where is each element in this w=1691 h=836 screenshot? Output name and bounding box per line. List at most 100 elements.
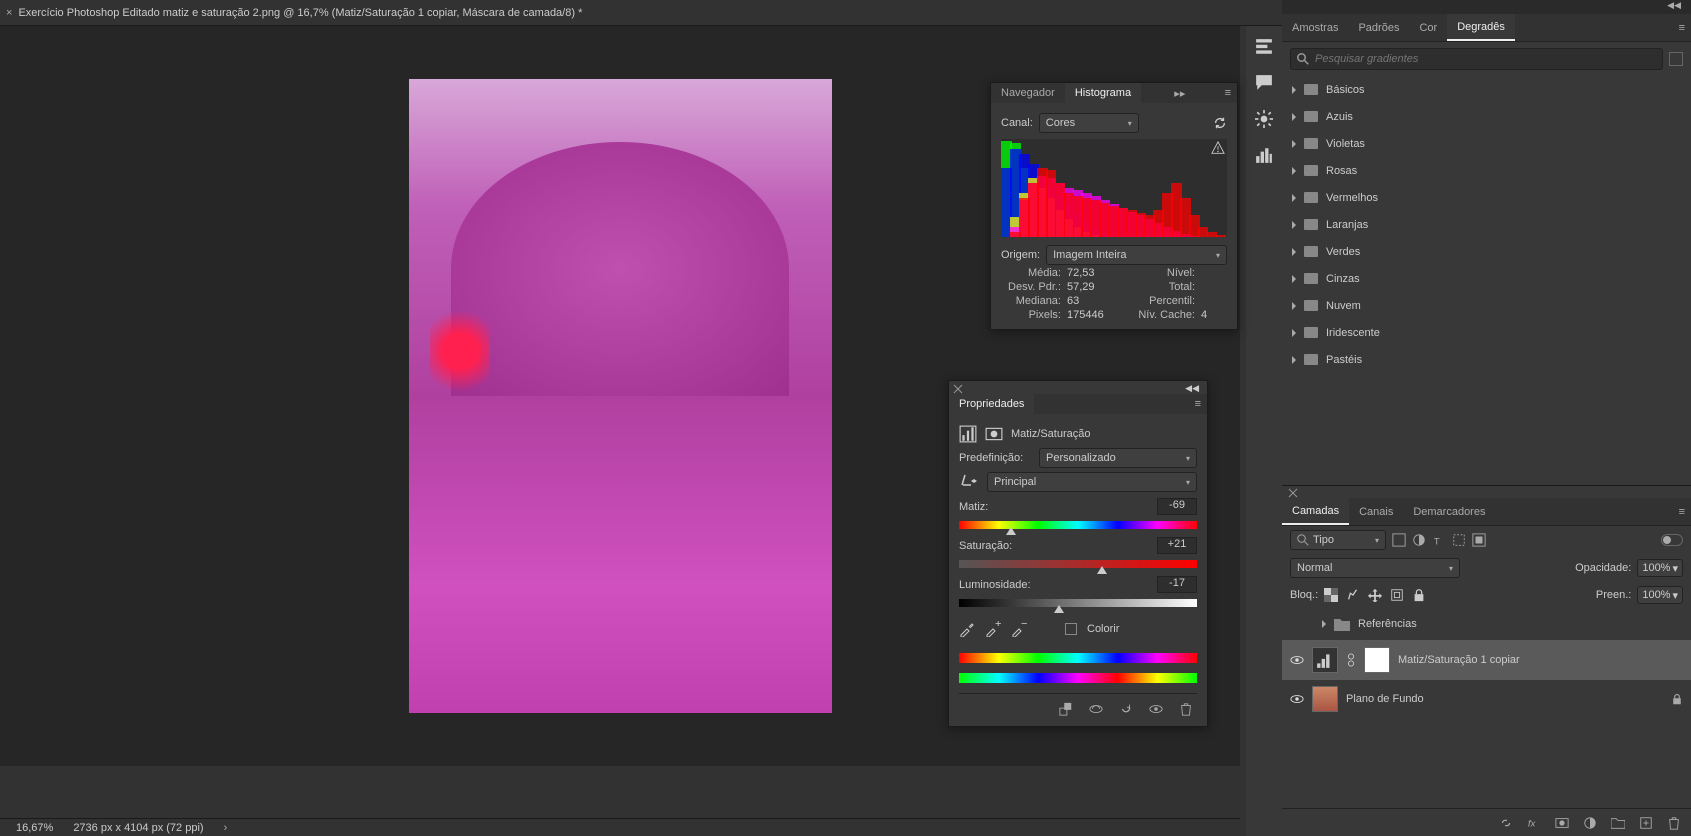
- gradient-folder-list[interactable]: BásicosAzuisVioletasRosasVermelhosLaranj…: [1282, 76, 1691, 485]
- tab-camadas[interactable]: Camadas: [1282, 498, 1349, 525]
- source-dropdown[interactable]: Imagem Inteira▾: [1046, 245, 1227, 265]
- chevron-right-icon[interactable]: ›: [224, 822, 228, 834]
- panel-menu-icon[interactable]: ≡: [1189, 398, 1207, 410]
- layer-group-referencias[interactable]: Referências: [1282, 608, 1691, 640]
- gradient-folder[interactable]: Laranjas: [1282, 211, 1691, 238]
- lock-artboard-icon[interactable]: [1390, 588, 1404, 602]
- fill-value[interactable]: 100%▾: [1637, 586, 1683, 604]
- layer-name[interactable]: Referências: [1358, 618, 1417, 630]
- close-icon[interactable]: ×: [6, 7, 12, 19]
- panel-menu-icon[interactable]: ≡: [1673, 22, 1691, 34]
- mask-mode-icon[interactable]: [985, 425, 1003, 443]
- gradient-folder[interactable]: Violetas: [1282, 130, 1691, 157]
- channel-dropdown[interactable]: Cores▾: [1039, 113, 1139, 133]
- colorize-checkbox[interactable]: [1065, 623, 1077, 635]
- hue-slider[interactable]: [959, 521, 1197, 529]
- new-group-icon[interactable]: [1611, 816, 1625, 830]
- new-layer-icon[interactable]: [1639, 816, 1653, 830]
- tab-histograma[interactable]: Histograma: [1065, 83, 1141, 103]
- brightness-icon[interactable]: [1255, 110, 1273, 128]
- panel-menu-icon[interactable]: ≡: [1219, 87, 1237, 99]
- tab-degrades[interactable]: Degradês: [1447, 14, 1515, 41]
- blend-mode-dropdown[interactable]: Normal▾: [1290, 558, 1460, 578]
- chevron-right-icon[interactable]: [1322, 620, 1326, 628]
- collapse-icon[interactable]: ▸▸: [1168, 87, 1191, 100]
- search-gradients[interactable]: [1290, 48, 1663, 70]
- layer-adjustment-hue-sat[interactable]: Matiz/Saturação 1 copiar: [1282, 640, 1691, 680]
- view-previous-icon[interactable]: [1089, 702, 1103, 716]
- tab-cor[interactable]: Cor: [1409, 14, 1447, 41]
- hue-value[interactable]: -69: [1157, 498, 1197, 515]
- link-mask-icon[interactable]: [1346, 653, 1356, 667]
- filter-smart-icon[interactable]: [1472, 533, 1486, 547]
- tab-amostras[interactable]: Amostras: [1282, 14, 1348, 41]
- trash-icon[interactable]: [1667, 816, 1681, 830]
- filter-type-icon[interactable]: T: [1432, 533, 1446, 547]
- lock-all-icon[interactable]: [1412, 588, 1426, 602]
- gradient-folder[interactable]: Iridescente: [1282, 319, 1691, 346]
- collapse-icon[interactable]: ◀◀: [1185, 383, 1199, 394]
- gradient-folder[interactable]: Cinzas: [1282, 265, 1691, 292]
- collapse-dock-icon[interactable]: ◀◀: [1282, 0, 1691, 14]
- adjustment-layer-icon[interactable]: [1583, 816, 1597, 830]
- gradient-folder[interactable]: Verdes: [1282, 238, 1691, 265]
- filter-adjustment-icon[interactable]: [1412, 533, 1426, 547]
- reset-icon[interactable]: [1119, 702, 1133, 716]
- lock-position-icon[interactable]: [1368, 588, 1382, 602]
- trash-icon[interactable]: [1179, 702, 1193, 716]
- paragraph-styles-icon[interactable]: [1255, 38, 1273, 56]
- search-input[interactable]: [1315, 53, 1656, 65]
- mask-thumbnail[interactable]: [1364, 647, 1390, 673]
- zoom-level[interactable]: 16,67%: [16, 822, 53, 834]
- histogram-icon[interactable]: [1255, 146, 1273, 164]
- visibility-icon[interactable]: [1300, 617, 1314, 631]
- properties-panel[interactable]: ◀◀ Propriedades ≡ Matiz/Saturação Predef…: [948, 380, 1208, 727]
- tab-navegador[interactable]: Navegador: [991, 83, 1065, 103]
- visibility-icon[interactable]: [1290, 692, 1304, 706]
- eyedropper-minus-icon[interactable]: −: [1011, 621, 1027, 637]
- layer-background[interactable]: Plano de Fundo: [1282, 680, 1691, 718]
- panel-close-icon[interactable]: [953, 384, 963, 394]
- gradient-folder[interactable]: Rosas: [1282, 157, 1691, 184]
- clip-to-layer-icon[interactable]: [1059, 702, 1073, 716]
- gradient-folder[interactable]: Vermelhos: [1282, 184, 1691, 211]
- lock-pixels-icon[interactable]: [1346, 588, 1360, 602]
- edit-dropdown[interactable]: Principal▾: [987, 472, 1197, 492]
- lightness-slider[interactable]: [959, 599, 1197, 607]
- filter-toggle[interactable]: [1661, 534, 1683, 546]
- toggle-visibility-icon[interactable]: [1149, 702, 1163, 716]
- visibility-icon[interactable]: [1290, 653, 1304, 667]
- lock-transparency-icon[interactable]: [1324, 588, 1338, 602]
- opacity-value[interactable]: 100%▾: [1637, 559, 1683, 577]
- gradient-folder[interactable]: Nuvem: [1282, 292, 1691, 319]
- filter-shape-icon[interactable]: [1452, 533, 1466, 547]
- preset-dropdown[interactable]: Personalizado▾: [1039, 448, 1197, 468]
- eyedropper-icon[interactable]: [959, 621, 975, 637]
- link-layers-icon[interactable]: [1499, 816, 1513, 830]
- filter-pixel-icon[interactable]: [1392, 533, 1406, 547]
- layer-mask-icon[interactable]: [1555, 816, 1569, 830]
- layer-name[interactable]: Matiz/Saturação 1 copiar: [1398, 654, 1520, 666]
- targeted-adjust-icon[interactable]: [959, 472, 979, 492]
- tab-padroes[interactable]: Padrões: [1348, 14, 1409, 41]
- refresh-icon[interactable]: [1213, 116, 1227, 130]
- lightness-value[interactable]: -17: [1157, 576, 1197, 593]
- eyedropper-plus-icon[interactable]: +: [985, 621, 1001, 637]
- warning-icon[interactable]: [1211, 141, 1225, 155]
- document-tab[interactable]: × Exercício Photoshop Editado matiz e sa…: [6, 7, 582, 19]
- gradient-folder[interactable]: Pastéis: [1282, 346, 1691, 373]
- gradient-folder[interactable]: Básicos: [1282, 76, 1691, 103]
- comment-icon[interactable]: [1255, 74, 1273, 92]
- saturation-slider[interactable]: [959, 560, 1197, 568]
- layer-style-icon[interactable]: fx: [1527, 816, 1541, 830]
- saturation-value[interactable]: +21: [1157, 537, 1197, 554]
- layer-name[interactable]: Plano de Fundo: [1346, 693, 1424, 705]
- histogram-panel[interactable]: Navegador Histograma ▸▸ ≡ Canal: Cores▾ …: [990, 82, 1238, 330]
- tab-propriedades[interactable]: Propriedades: [949, 394, 1034, 414]
- new-gradient-icon[interactable]: [1669, 52, 1683, 66]
- panel-menu-icon[interactable]: ≡: [1673, 506, 1691, 518]
- tab-canais[interactable]: Canais: [1349, 498, 1403, 525]
- panel-close-icon[interactable]: [1288, 488, 1298, 498]
- layer-filter-kind[interactable]: Tipo ▾: [1290, 530, 1386, 550]
- tab-demarcadores[interactable]: Demarcadores: [1403, 498, 1495, 525]
